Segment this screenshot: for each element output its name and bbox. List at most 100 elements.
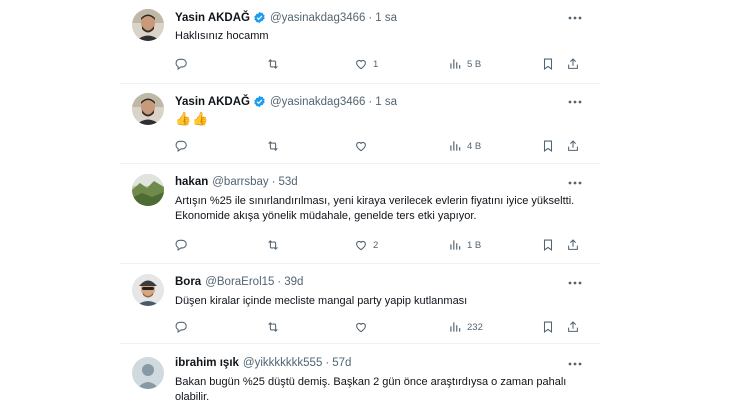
tweet-2[interactable]: Yasin AKDAĞ @yasinakdag3466 · 1 sa 👍👍 4 … [120, 84, 600, 164]
like-button[interactable]: 2 [354, 236, 378, 254]
reply-thread: Yasin AKDAĞ @yasinakdag3466 · 1 sa Haklı… [120, 0, 600, 420]
timestamp[interactable]: 57d [332, 357, 351, 369]
more-options-icon[interactable] [566, 95, 584, 109]
bookmark-icon [543, 140, 553, 152]
separator-dot: · [277, 276, 282, 288]
avatar[interactable] [132, 274, 164, 306]
user-handle[interactable]: @barrsbay [212, 176, 268, 188]
heart-icon [356, 141, 366, 152]
tweet-text: Haklısınız hocamm [175, 30, 269, 42]
tweet-text: Bakan bugün %25 düştü demiş. Başkan 2 gü… [175, 376, 567, 403]
heart-icon [356, 240, 366, 251]
separator-dot: · [368, 11, 373, 24]
views-button[interactable]: 4 B [448, 137, 481, 155]
bookmark-icon [543, 239, 553, 251]
share-button[interactable] [566, 137, 580, 155]
bookmark-icon [543, 58, 553, 70]
views-chart-icon [450, 322, 461, 332]
avatar[interactable] [132, 9, 164, 41]
retweet-button[interactable] [266, 137, 285, 155]
bookmark-button[interactable] [541, 318, 555, 336]
tweet-4[interactable]: Bora @BoraErol15 · 39d Düşen kiralar içi… [120, 264, 600, 344]
like-button[interactable] [354, 137, 373, 155]
retweet-button[interactable] [266, 236, 285, 254]
views-count: 1 B [467, 239, 482, 251]
bookmark-button[interactable] [541, 236, 555, 254]
display-name[interactable]: Yasin AKDAĞ [175, 96, 250, 108]
verified-badge-icon [253, 11, 266, 24]
avatar[interactable] [132, 174, 164, 206]
views-count: 4 B [467, 140, 482, 152]
reply-icon [175, 239, 187, 251]
user-handle[interactable]: @yasinakdag3466 [270, 12, 365, 24]
separator-dot: · [368, 95, 373, 108]
reply-icon [175, 321, 187, 333]
tweet-header: Bora @BoraErol15 · 39d [175, 276, 303, 288]
default-avatar-icon[interactable] [132, 357, 164, 389]
user-handle[interactable]: @BoraErol15 [205, 276, 274, 288]
share-icon [568, 140, 578, 151]
tweet-header: Yasin AKDAĞ @yasinakdag3466 · 1 sa [175, 95, 397, 108]
tweet-text: 👍👍 [175, 111, 210, 126]
display-name[interactable]: hakan [175, 176, 208, 188]
timestamp[interactable]: 53d [279, 176, 298, 188]
timestamp[interactable]: 1 sa [375, 12, 397, 24]
tweet-actions: 232 [168, 318, 588, 336]
tweet-actions: 4 B [168, 137, 588, 155]
reply-button[interactable] [174, 236, 193, 254]
avatar[interactable] [132, 93, 164, 125]
views-chart-icon [450, 240, 461, 250]
more-options-icon[interactable] [566, 357, 584, 371]
views-button[interactable]: 232 [448, 318, 483, 336]
views-count: 232 [467, 321, 483, 333]
reply-button[interactable] [174, 137, 193, 155]
like-button[interactable] [354, 318, 373, 336]
retweet-icon [268, 322, 278, 332]
separator-dot: · [271, 176, 276, 188]
more-options-icon[interactable] [566, 276, 584, 290]
like-button[interactable]: 1 [354, 55, 378, 73]
tweet-actions: 1 5 B [168, 55, 588, 73]
share-button[interactable] [566, 236, 580, 254]
like-count: 1 [373, 58, 379, 70]
display-name[interactable]: ibrahim ışık [175, 357, 239, 369]
heart-icon [356, 322, 366, 333]
user-handle[interactable]: @yikkkkkkk555 [243, 357, 322, 369]
tweet-3[interactable]: hakan @barrsbay · 53d Artışın %25 ile sı… [120, 164, 600, 264]
user-handle[interactable]: @yasinakdag3466 [270, 96, 365, 108]
timestamp[interactable]: 39d [284, 276, 303, 288]
tweet-1[interactable]: Yasin AKDAĞ @yasinakdag3466 · 1 sa Haklı… [120, 0, 600, 84]
tweet-header: Yasin AKDAĞ @yasinakdag3466 · 1 sa [175, 11, 397, 24]
views-button[interactable]: 5 B [448, 55, 481, 73]
views-chart-icon [450, 59, 461, 69]
tweet-text: Artışın %25 ile sınırlandırılması, yeni … [175, 195, 575, 222]
timestamp[interactable]: 1 sa [375, 96, 397, 108]
reply-button[interactable] [174, 55, 193, 73]
share-button[interactable] [566, 55, 580, 73]
views-chart-icon [450, 141, 461, 151]
share-button[interactable] [566, 318, 580, 336]
bookmark-button[interactable] [541, 137, 555, 155]
heart-icon [356, 59, 366, 70]
views-button[interactable]: 1 B [448, 236, 481, 254]
separator-dot: · [325, 357, 330, 369]
like-count: 2 [373, 239, 379, 251]
retweet-button[interactable] [266, 318, 285, 336]
share-icon [568, 321, 578, 332]
display-name[interactable]: Bora [175, 276, 201, 288]
retweet-icon [268, 141, 278, 151]
reply-button[interactable] [174, 318, 193, 336]
share-icon [568, 239, 578, 250]
tweet-5[interactable]: ibrahim ışık @yikkkkkkk555 · 57d Bakan b… [120, 344, 600, 420]
share-icon [568, 58, 578, 69]
tweet-header: ibrahim ışık @yikkkkkkk555 · 57d [175, 357, 351, 369]
more-options-icon[interactable] [566, 11, 584, 25]
more-options-icon[interactable] [566, 176, 584, 190]
bookmark-button[interactable] [541, 55, 555, 73]
views-count: 5 B [467, 58, 482, 70]
reply-icon [175, 58, 187, 70]
retweet-icon [268, 59, 278, 69]
retweet-button[interactable] [266, 55, 285, 73]
display-name[interactable]: Yasin AKDAĞ [175, 12, 250, 24]
tweet-actions: 2 1 B [168, 236, 588, 254]
